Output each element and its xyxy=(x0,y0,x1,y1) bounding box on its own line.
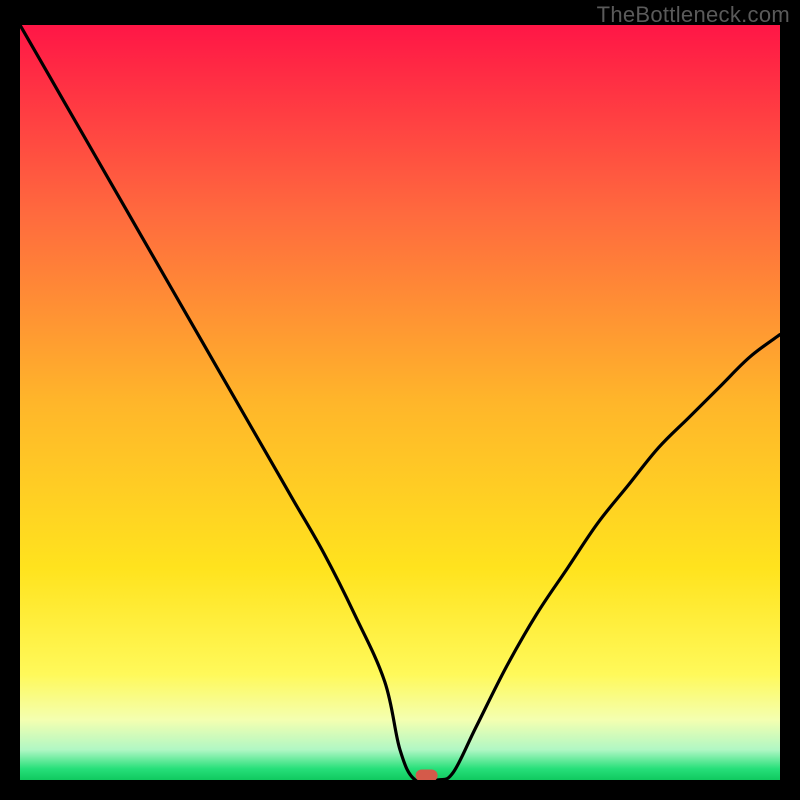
plot-area xyxy=(20,25,780,780)
gradient-background xyxy=(20,25,780,780)
optimum-marker xyxy=(416,769,438,780)
chart-svg xyxy=(20,25,780,780)
chart-frame: TheBottleneck.com xyxy=(0,0,800,800)
watermark-text: TheBottleneck.com xyxy=(597,2,790,28)
